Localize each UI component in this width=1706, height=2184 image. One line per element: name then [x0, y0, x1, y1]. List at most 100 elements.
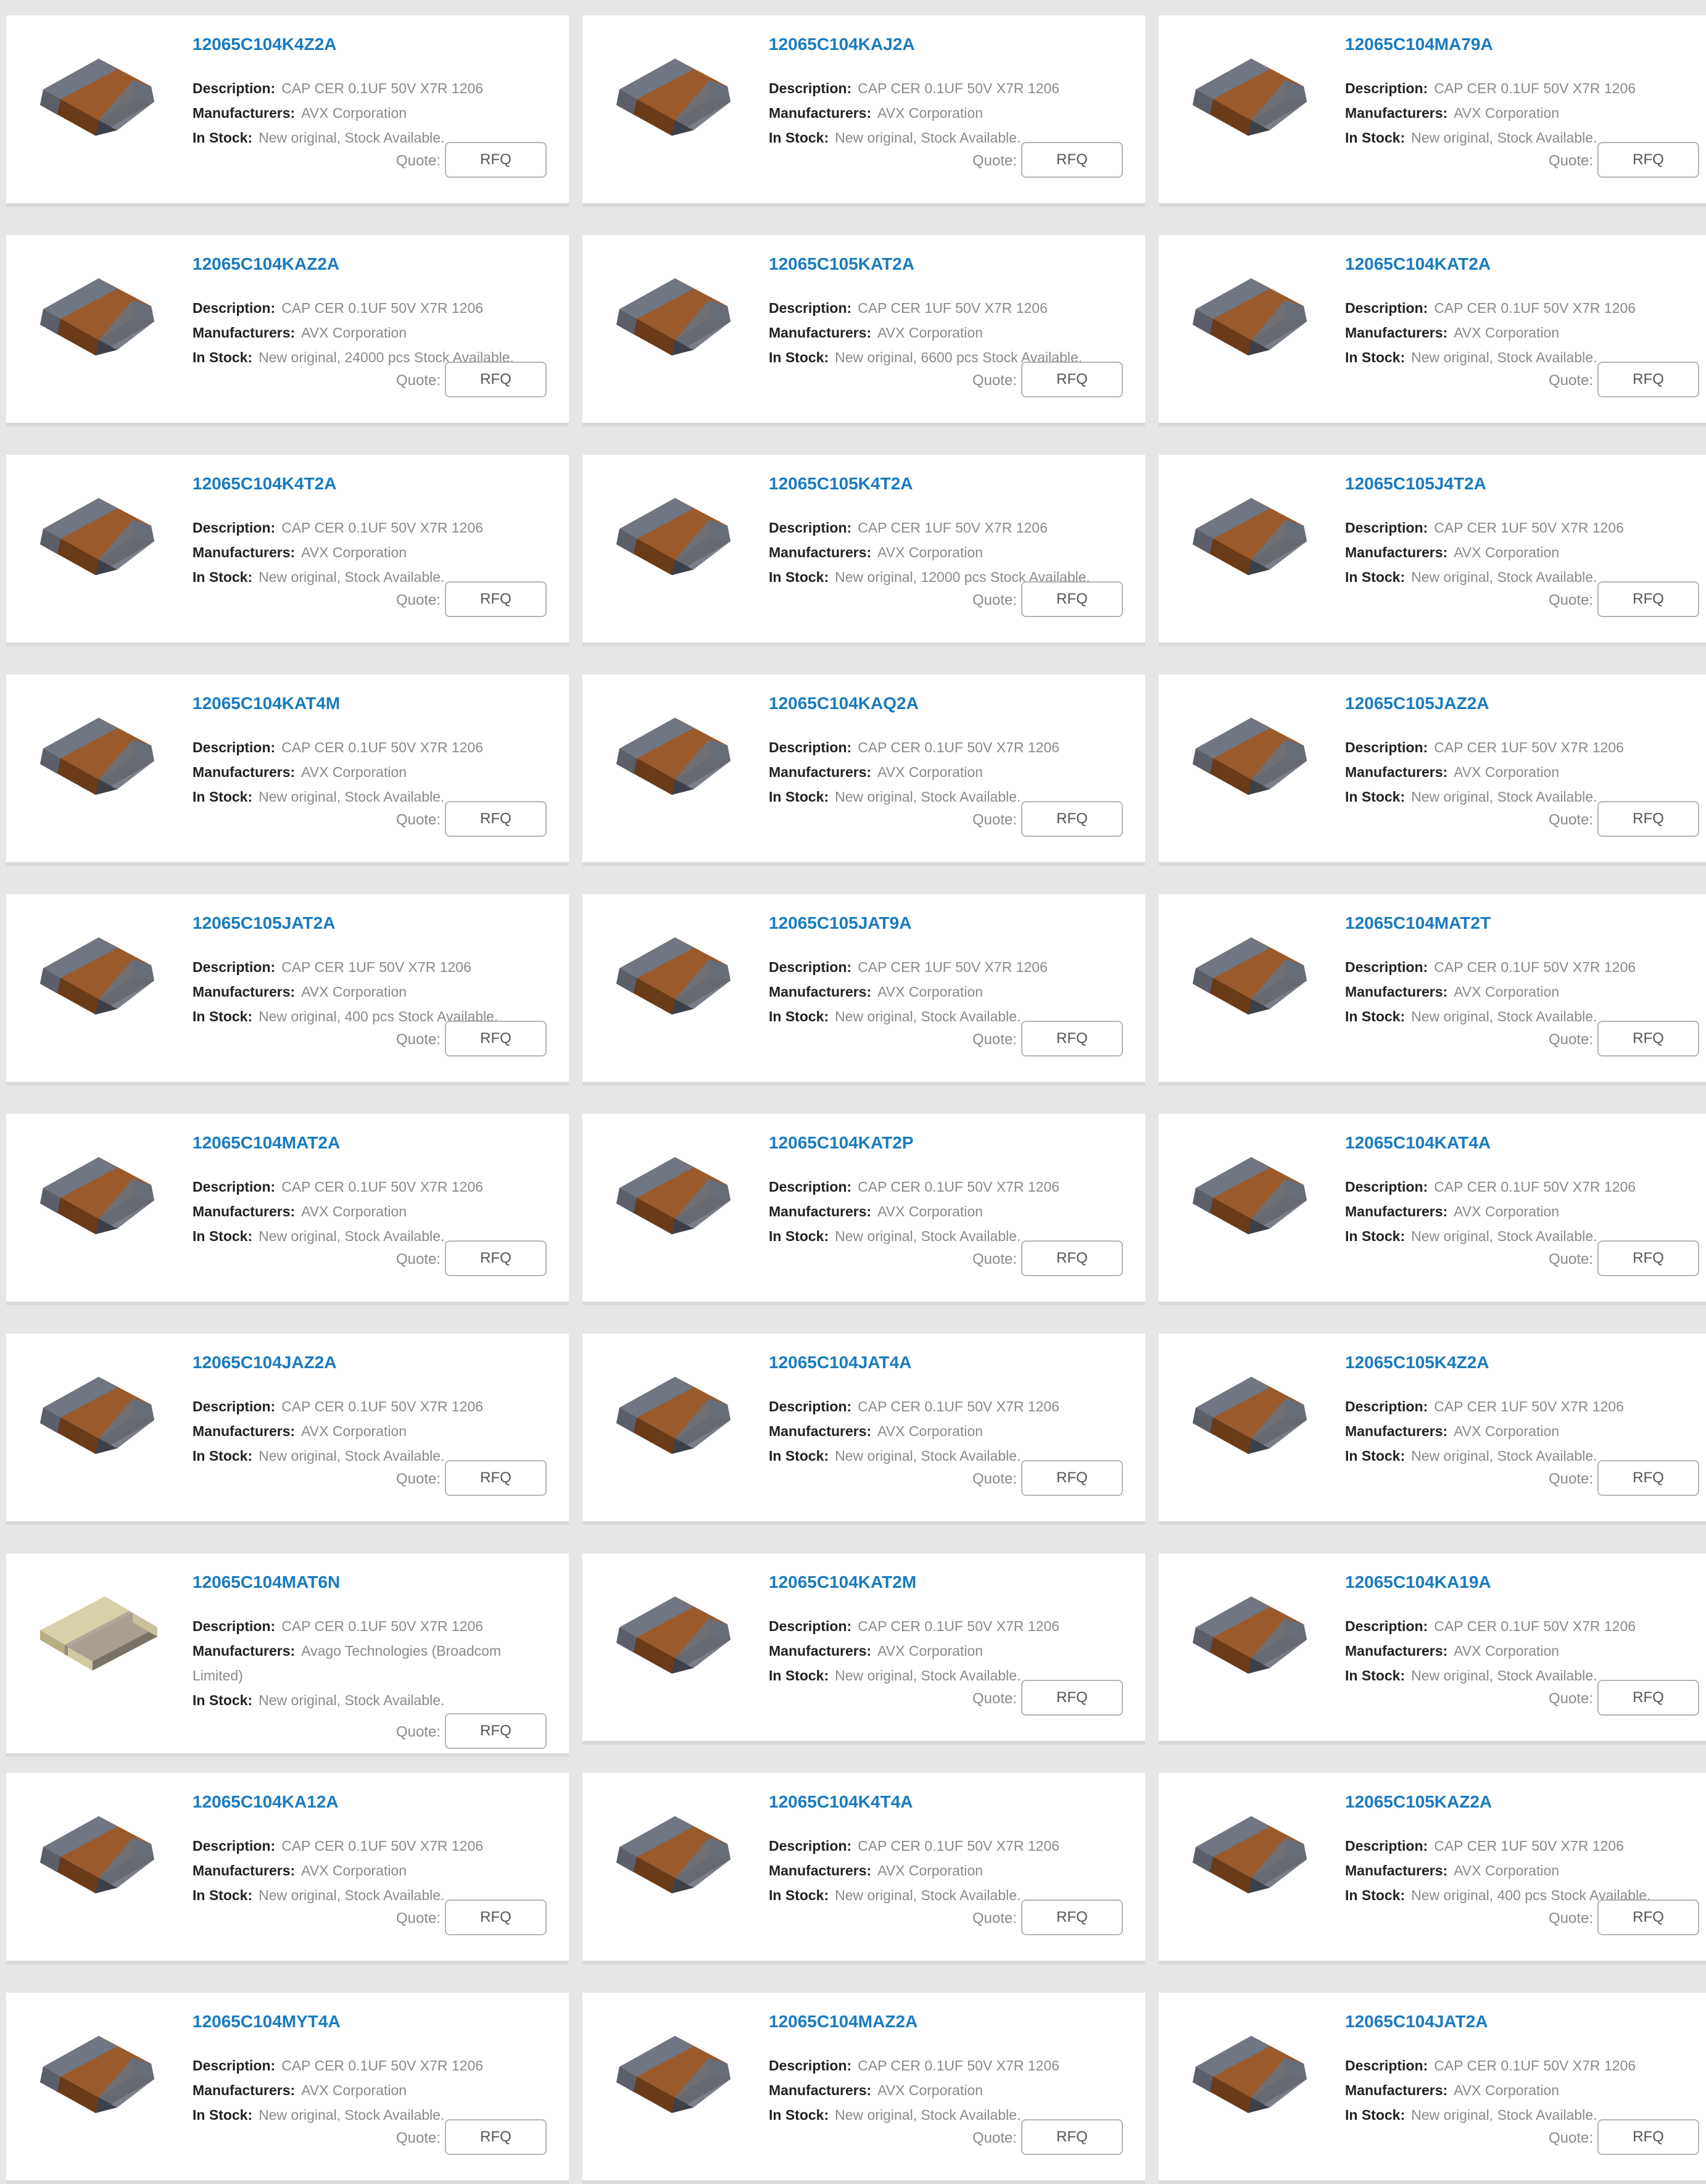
rfq-button[interactable]: RFQ — [1597, 1240, 1699, 1276]
part-number-link[interactable]: 12065C104MAT2A — [193, 1133, 340, 1153]
product-image[interactable] — [607, 1361, 746, 1472]
rfq-button[interactable]: RFQ — [445, 1021, 547, 1057]
rfq-button[interactable]: RFQ — [445, 2119, 547, 2155]
part-number-link[interactable]: 12065C104MYT4A — [193, 2012, 341, 2032]
product-image[interactable] — [607, 702, 746, 813]
rfq-button[interactable]: RFQ — [1021, 1021, 1123, 1057]
rfq-button[interactable]: RFQ — [1021, 1680, 1123, 1716]
part-number-link[interactable]: 12065C104JAT2A — [1345, 2012, 1488, 2032]
part-number-link[interactable]: 12065C105K4T2A — [769, 474, 913, 494]
part-number-link[interactable]: 12065C104KA19A — [1345, 1572, 1491, 1592]
product-image[interactable] — [31, 43, 170, 154]
rfq-button[interactable]: RFQ — [1021, 1900, 1123, 1935]
product-image[interactable] — [31, 2020, 170, 2132]
part-number-link[interactable]: 12065C105JAT2A — [193, 913, 335, 933]
rfq-button[interactable]: RFQ — [1021, 2119, 1123, 2155]
rfq-button[interactable]: RFQ — [445, 1460, 547, 1496]
part-number-link[interactable]: 12065C104KAT2M — [769, 1572, 916, 1592]
part-number-link[interactable]: 12065C105JAT9A — [769, 913, 911, 933]
rfq-button[interactable]: RFQ — [445, 581, 547, 617]
rfq-button[interactable]: RFQ — [1597, 801, 1699, 837]
rfq-button[interactable]: RFQ — [1021, 142, 1123, 178]
description-value: CAP CER 0.1UF 50V X7R 1206 — [858, 739, 1060, 755]
part-number-link[interactable]: 12065C104KAZ2A — [193, 254, 339, 274]
product-image[interactable] — [1183, 1581, 1322, 1692]
part-number-link[interactable]: 12065C104JAZ2A — [193, 1353, 337, 1372]
part-number-link[interactable]: 12065C104KA12A — [193, 1792, 339, 1812]
part-number-link[interactable]: 12065C104KAQ2A — [769, 694, 919, 713]
rfq-button[interactable]: RFQ — [1597, 142, 1699, 178]
product-image[interactable] — [1183, 1361, 1322, 1472]
rfq-button[interactable]: RFQ — [1597, 1460, 1699, 1496]
product-image[interactable] — [607, 1581, 746, 1692]
product-image[interactable] — [1183, 43, 1322, 154]
product-image[interactable] — [607, 43, 746, 154]
rfq-button[interactable]: RFQ — [1021, 1240, 1123, 1276]
part-number-link[interactable]: 12065C104MAT2T — [1345, 913, 1491, 933]
product-image[interactable] — [1183, 263, 1322, 374]
stock-label: In Stock: — [769, 1667, 829, 1684]
part-number-link[interactable]: 12065C104MAT6N — [193, 1572, 340, 1592]
rfq-button[interactable]: RFQ — [445, 1900, 547, 1935]
rfq-button[interactable]: RFQ — [1021, 801, 1123, 837]
product-image[interactable] — [607, 922, 746, 1033]
product-image[interactable] — [607, 1142, 746, 1253]
description-label: Description: — [193, 959, 276, 975]
product-image[interactable] — [607, 483, 746, 594]
rfq-button[interactable]: RFQ — [445, 362, 547, 397]
product-image[interactable] — [31, 1361, 170, 1472]
product-image[interactable] — [607, 2020, 746, 2132]
part-number-link[interactable]: 12065C105K4Z2A — [1345, 1353, 1489, 1372]
product-image[interactable] — [31, 483, 170, 594]
product-image[interactable] — [1183, 483, 1322, 594]
product-image[interactable] — [607, 263, 746, 374]
rfq-button[interactable]: RFQ — [1597, 1680, 1699, 1716]
part-number-link[interactable]: 12065C104KAT2A — [1345, 254, 1491, 274]
quote-label: Quote: — [1548, 1690, 1593, 1707]
product-image[interactable] — [1183, 2020, 1322, 2132]
product-image[interactable] — [1183, 922, 1322, 1033]
part-number-link[interactable]: 12065C104KAT4M — [193, 694, 340, 713]
rfq-button[interactable]: RFQ — [1021, 362, 1123, 397]
product-image[interactable] — [31, 1581, 170, 1692]
description-value: CAP CER 1UF 50V X7R 1206 — [1434, 739, 1624, 755]
part-number-link[interactable]: 12065C104K4Z2A — [193, 35, 337, 54]
rfq-button[interactable]: RFQ — [445, 801, 547, 837]
rfq-button[interactable]: RFQ — [1597, 1900, 1699, 1935]
rfq-button[interactable]: RFQ — [1597, 362, 1699, 397]
part-number-link[interactable]: 12065C105J4T2A — [1345, 474, 1486, 494]
product-image[interactable] — [31, 702, 170, 813]
part-number-link[interactable]: 12065C104MA79A — [1345, 35, 1493, 54]
product-image[interactable] — [607, 1801, 746, 1912]
part-number-link[interactable]: 12065C104MAZ2A — [769, 2012, 917, 2032]
rfq-button[interactable]: RFQ — [1021, 1460, 1123, 1496]
product-image[interactable] — [31, 1801, 170, 1912]
rfq-button[interactable]: RFQ — [1021, 581, 1123, 617]
rfq-button[interactable]: RFQ — [1597, 1021, 1699, 1057]
manufacturer-value: AVX Corporation — [1454, 1203, 1560, 1219]
part-number-link[interactable]: 12065C104KAJ2A — [769, 35, 915, 54]
part-number-link[interactable]: 12065C105KAT2A — [769, 254, 914, 274]
product-image[interactable] — [1183, 702, 1322, 813]
product-image[interactable] — [1183, 1142, 1322, 1253]
part-number-link[interactable]: 12065C104KAT2P — [769, 1133, 914, 1153]
part-number-link[interactable]: 12065C105KAZ2A — [1345, 1792, 1492, 1812]
rfq-button[interactable]: RFQ — [445, 1240, 547, 1276]
rfq-button[interactable]: RFQ — [445, 142, 547, 178]
product-image[interactable] — [31, 263, 170, 374]
part-number-link[interactable]: 12065C104JAT4A — [769, 1353, 911, 1372]
quote-label: Quote: — [395, 1471, 441, 1487]
part-number-link[interactable]: 12065C105JAZ2A — [1345, 694, 1489, 713]
quote-label: Quote: — [395, 812, 441, 828]
part-number-link[interactable]: 12065C104K4T4A — [769, 1792, 913, 1812]
product-image[interactable] — [1183, 1801, 1322, 1912]
part-number-link[interactable]: 12065C104KAT4A — [1345, 1133, 1491, 1153]
product-image[interactable] — [31, 1142, 170, 1253]
rfq-button[interactable]: RFQ — [1597, 2119, 1699, 2155]
rfq-button[interactable]: RFQ — [445, 1713, 547, 1749]
manufacturer-value: AVX Corporation — [1454, 105, 1560, 121]
description-label: Description: — [1345, 80, 1428, 96]
rfq-button[interactable]: RFQ — [1597, 581, 1699, 617]
part-number-link[interactable]: 12065C104K4T2A — [193, 474, 337, 494]
product-image[interactable] — [31, 922, 170, 1033]
